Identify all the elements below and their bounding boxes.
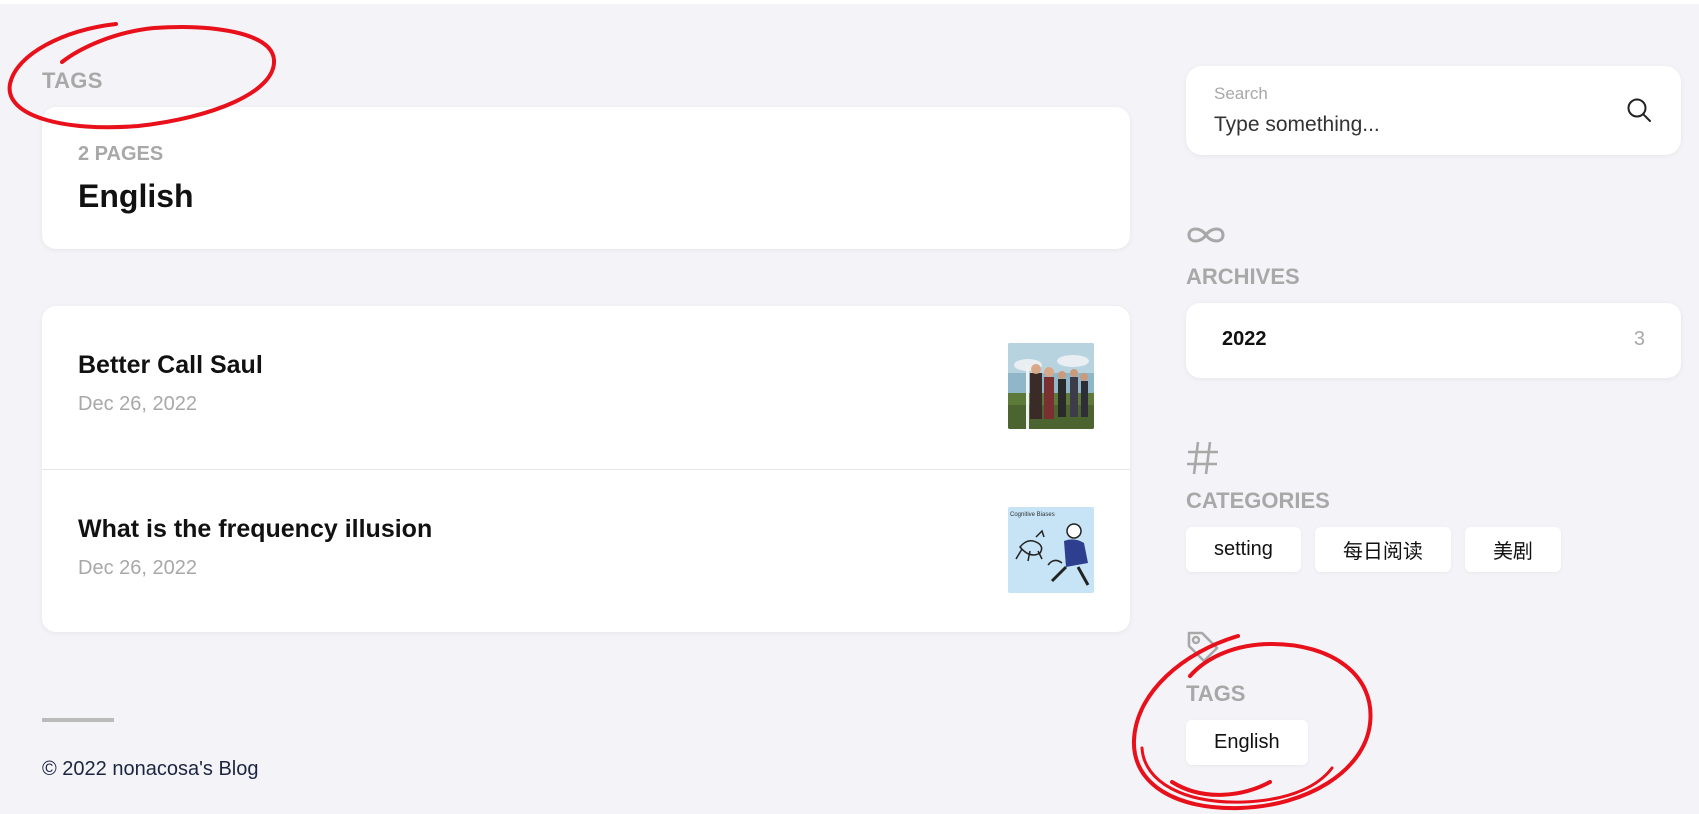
post-item[interactable]: What is the frequency illusion Dec 26, 2… [42, 469, 1130, 632]
post-date: Dec 26, 2022 [78, 557, 197, 579]
footer-divider [42, 718, 114, 722]
categories-title: CATEGORIES [1186, 488, 1330, 513]
post-thumbnail[interactable]: Cognitive Biases [1008, 507, 1094, 593]
tag-summary-card: 2 PAGES English [42, 107, 1130, 249]
search-widget[interactable]: Search [1186, 66, 1681, 155]
post-item[interactable]: Better Call Saul Dec 26, 2022 [42, 306, 1130, 469]
hash-icon [1187, 441, 1218, 475]
archives-title: ARCHIVES [1186, 264, 1300, 289]
archive-item-2022[interactable]: 2022 3 [1186, 303, 1681, 378]
page-viewport: TAGS 2 PAGES English Better Call Saul De… [0, 4, 1699, 814]
post-title[interactable]: Better Call Saul [78, 351, 263, 380]
category-chip-tv-series[interactable]: 美剧 [1464, 527, 1561, 572]
page-heading: TAGS [42, 68, 103, 93]
post-list: Better Call Saul Dec 26, 2022 What is th… [42, 306, 1130, 632]
thumbnail-caption: Cognitive Biases [1010, 512, 1055, 518]
infinity-icon [1187, 227, 1225, 243]
category-chip-setting[interactable]: setting [1186, 527, 1301, 572]
tag-list: English [1186, 720, 1308, 765]
tag-title: English [78, 178, 194, 214]
post-title[interactable]: What is the frequency illusion [78, 515, 432, 544]
category-list: setting 每日阅读 美剧 [1186, 527, 1561, 572]
post-date: Dec 26, 2022 [78, 393, 197, 415]
tag-icon [1187, 631, 1219, 663]
footer-copyright: © 2022 nonacosa's Blog [42, 758, 259, 780]
category-chip-daily-reading[interactable]: 每日阅读 [1314, 527, 1451, 572]
post-thumbnail[interactable] [1008, 343, 1094, 429]
tag-chip-english[interactable]: English [1186, 720, 1308, 765]
search-icon[interactable] [1625, 96, 1653, 124]
tag-page-count: 2 PAGES [78, 143, 164, 165]
archive-year[interactable]: 2022 [1222, 328, 1267, 351]
archive-count: 3 [1633, 328, 1645, 350]
tags-title: TAGS [1186, 681, 1246, 706]
search-input[interactable] [1214, 110, 1594, 140]
search-label: Search [1214, 84, 1268, 103]
